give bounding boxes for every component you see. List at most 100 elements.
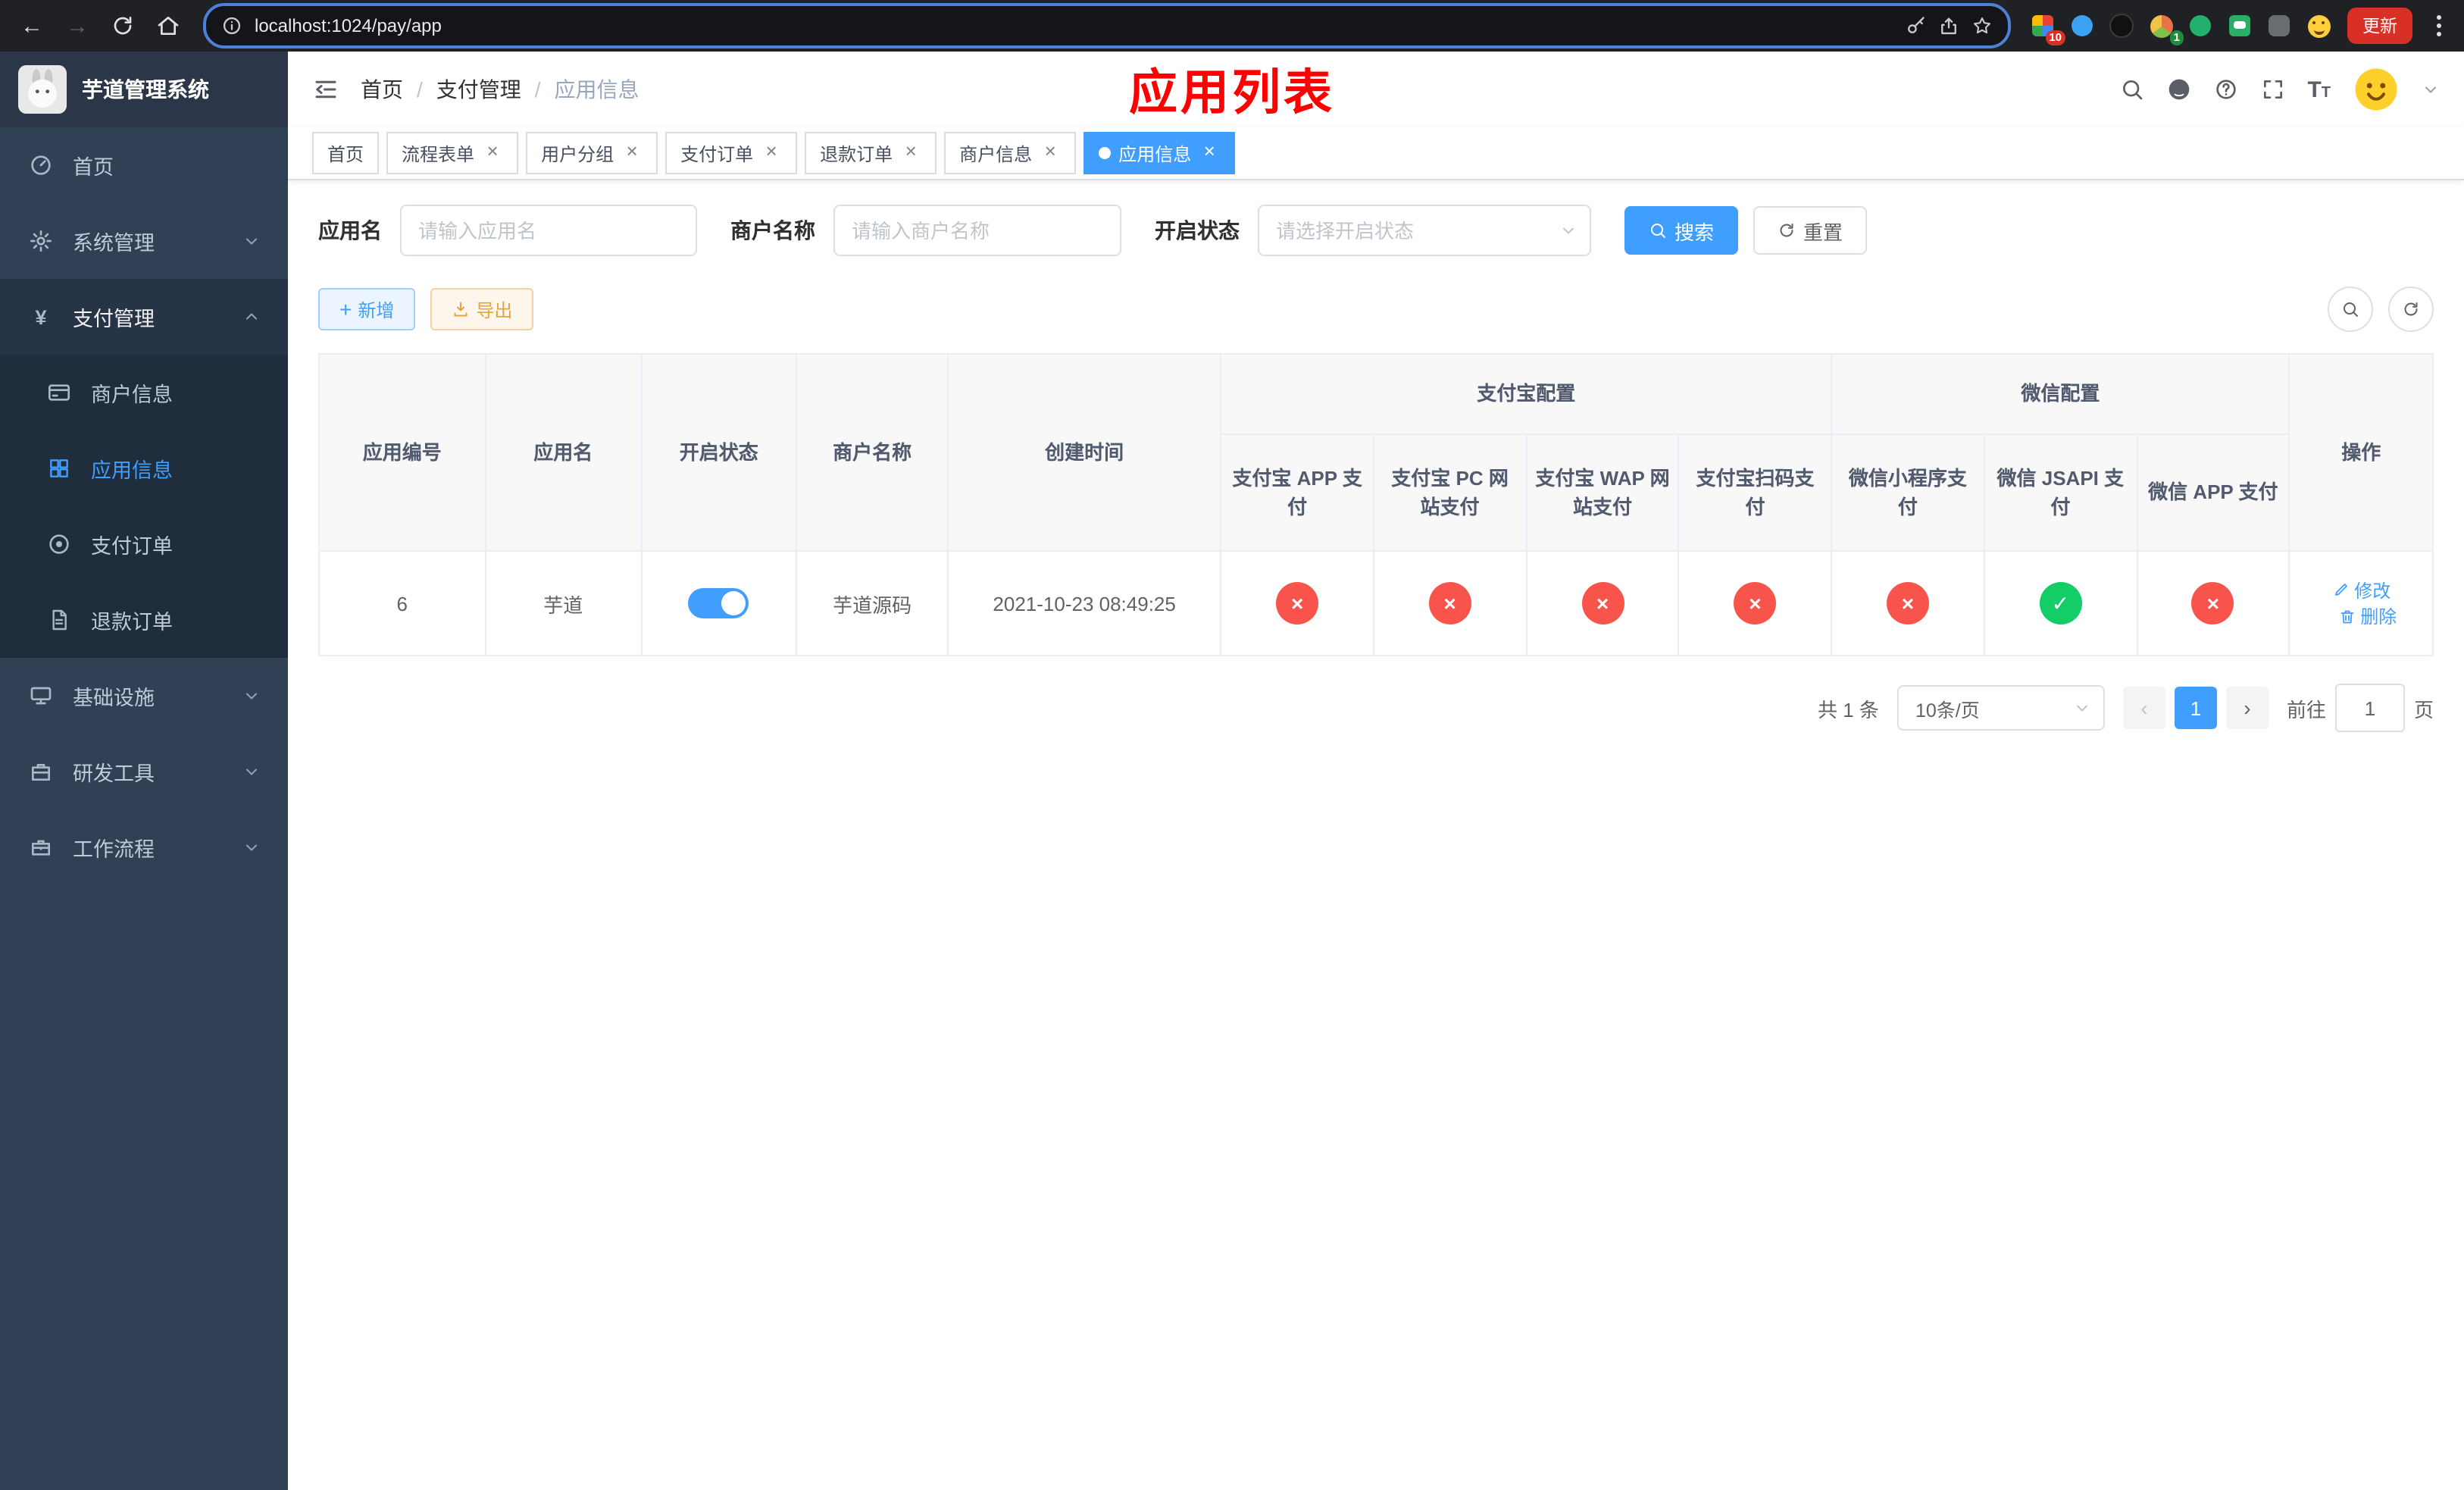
url-text[interactable]: localhost:1024/pay/app xyxy=(255,15,1893,36)
col-app-id: 应用编号 xyxy=(318,353,486,552)
sidebar-item-refund-orders[interactable]: 退款订单 xyxy=(0,582,288,658)
sidebar-menu: 首页 系统管理 ¥ 支付管理 商户信息 应用信息 支付订单 退款订单 基础设施 … xyxy=(0,127,288,885)
tab-label: 首页 xyxy=(327,143,364,164)
extension-profile-icon[interactable]: 1 xyxy=(2144,9,2184,45)
tab-refund-orders[interactable]: 退款订单 × xyxy=(805,132,937,174)
page-size-input[interactable] xyxy=(1896,685,2105,731)
export-button[interactable]: 导出 xyxy=(430,288,534,330)
tab-process-form[interactable]: 流程表单 × xyxy=(386,132,519,174)
logo-avatar xyxy=(18,65,67,114)
alipay-pc-status-icon: × xyxy=(1428,582,1471,624)
tab-label: 应用信息 xyxy=(1118,143,1192,164)
main-area: 首页 / 支付管理 / 应用信息 应用列表 TT 首页 流程表单 × 用户分组 … xyxy=(288,52,2464,1490)
delete-button[interactable]: 删除 xyxy=(2337,603,2397,629)
extension-grid-icon[interactable]: 10 xyxy=(2026,9,2065,45)
col-merchant: 商户名称 xyxy=(796,353,949,552)
help-icon[interactable] xyxy=(2213,77,2237,102)
sidebar-item-infrastructure[interactable]: 基础设施 xyxy=(0,658,288,734)
font-size-icon[interactable]: TT xyxy=(2307,78,2331,101)
bookmark-star-icon[interactable] xyxy=(1972,15,1993,36)
browser-avatar-icon[interactable] xyxy=(2302,9,2335,42)
sidebar-item-home[interactable]: 首页 xyxy=(0,127,288,203)
reset-button[interactable]: 重置 xyxy=(1753,206,1868,255)
breadcrumb-home[interactable]: 首页 xyxy=(361,74,403,105)
cell-actions: 修改 删除 xyxy=(2288,550,2434,656)
close-icon[interactable]: × xyxy=(761,141,782,164)
sidebar-item-merchant-info[interactable]: 商户信息 xyxy=(0,355,288,430)
order-icon xyxy=(45,532,73,556)
tab-merchant-info[interactable]: 商户信息 × xyxy=(944,132,1077,174)
table-toolbar: + 新增 导出 xyxy=(318,286,2434,332)
edit-button[interactable]: 修改 xyxy=(2331,577,2391,603)
col-created: 创建时间 xyxy=(946,353,1222,552)
add-button[interactable]: + 新增 xyxy=(318,288,416,330)
sidebar-item-app-info[interactable]: 应用信息 xyxy=(0,430,288,506)
close-icon[interactable]: × xyxy=(621,141,643,164)
share-icon[interactable] xyxy=(1938,15,1959,36)
alipay-wap-status-icon: × xyxy=(1581,582,1624,624)
search-button-label: 搜索 xyxy=(1674,221,1715,243)
fullscreen-icon[interactable] xyxy=(2260,77,2284,102)
browser-update-button[interactable]: 更新 xyxy=(2347,8,2412,44)
next-page-button[interactable]: › xyxy=(2225,687,2269,729)
user-menu-caret-icon[interactable] xyxy=(2422,80,2440,99)
back-button[interactable]: ← xyxy=(12,6,52,45)
toggle-search-button[interactable] xyxy=(2328,286,2373,332)
document-icon xyxy=(45,608,73,632)
site-info-icon[interactable] xyxy=(221,15,242,36)
refresh-table-button[interactable] xyxy=(2388,286,2434,332)
extensions-puzzle-icon[interactable] xyxy=(2262,9,2296,42)
delete-label: 删除 xyxy=(2360,606,2397,628)
goto-page-input[interactable] xyxy=(2334,684,2405,732)
merchant-name-input[interactable] xyxy=(833,205,1121,256)
sidebar-fold-icon[interactable] xyxy=(312,76,339,103)
status-select-input[interactable] xyxy=(1258,205,1591,256)
close-icon[interactable]: × xyxy=(1199,141,1220,164)
tab-pay-orders[interactable]: 支付订单 × xyxy=(665,132,798,174)
address-bar[interactable]: localhost:1024/pay/app xyxy=(203,3,2011,49)
extension-badge: 10 xyxy=(2045,30,2065,45)
tab-app-info[interactable]: 应用信息 × xyxy=(1083,132,1236,174)
tab-label: 用户分组 xyxy=(541,143,614,164)
home-button[interactable] xyxy=(149,6,188,45)
alipay-qr-status-icon: × xyxy=(1734,582,1777,624)
password-key-icon[interactable] xyxy=(1905,15,1926,36)
app-name-input[interactable] xyxy=(400,205,697,256)
col-group-wechat: 微信配置 xyxy=(1831,353,2290,435)
reload-button[interactable] xyxy=(103,6,142,45)
breadcrumb-payment[interactable]: 支付管理 xyxy=(436,74,521,105)
forward-button[interactable]: → xyxy=(58,6,97,45)
sidebar-item-label: 应用信息 xyxy=(91,459,173,482)
status-toggle[interactable] xyxy=(688,588,749,618)
sidebar-item-dev-tools[interactable]: 研发工具 xyxy=(0,734,288,809)
tab-user-group[interactable]: 用户分组 × xyxy=(526,132,658,174)
col-wechat-jsapi: 微信 JSAPI 支付 xyxy=(1983,434,2138,552)
cell-created: 2021-10-23 08:49:25 xyxy=(946,550,1222,656)
github-icon[interactable] xyxy=(2166,77,2190,102)
sidebar-item-pay-orders[interactable]: 支付订单 xyxy=(0,506,288,582)
sidebar-item-payment[interactable]: ¥ 支付管理 xyxy=(0,279,288,355)
sidebar-item-label: 商户信息 xyxy=(91,383,173,406)
close-icon[interactable]: × xyxy=(482,141,503,164)
sidebar-item-system[interactable]: 系统管理 xyxy=(0,203,288,279)
page-size-select[interactable] xyxy=(1896,685,2105,731)
page-1-button[interactable]: 1 xyxy=(2174,687,2217,729)
user-avatar[interactable] xyxy=(2353,67,2399,112)
tab-home[interactable]: 首页 xyxy=(312,132,380,174)
search-icon[interactable] xyxy=(2119,77,2143,102)
prev-page-button[interactable]: ‹ xyxy=(2122,687,2165,729)
app-name-label: 应用名 xyxy=(318,218,382,243)
edit-label: 修改 xyxy=(2354,580,2391,601)
close-icon[interactable]: × xyxy=(900,141,921,164)
extension-green-circle-icon[interactable] xyxy=(2184,9,2217,42)
app-table: 应用编号 应用名 开启状态 商户名称 创建时间 支付宝配置 微信配置 操作 支付… xyxy=(318,353,2434,656)
extension-blue-icon[interactable] xyxy=(2065,9,2099,42)
status-select[interactable] xyxy=(1258,205,1591,256)
sidebar-item-workflow[interactable]: 工作流程 xyxy=(0,809,288,885)
search-button[interactable]: 搜索 xyxy=(1624,206,1739,255)
close-icon[interactable]: × xyxy=(1040,141,1061,164)
browser-menu-icon[interactable] xyxy=(2434,14,2443,38)
card-icon xyxy=(45,380,73,405)
extension-dark-icon[interactable] xyxy=(2105,9,2138,42)
extension-chat-icon[interactable] xyxy=(2223,9,2256,42)
